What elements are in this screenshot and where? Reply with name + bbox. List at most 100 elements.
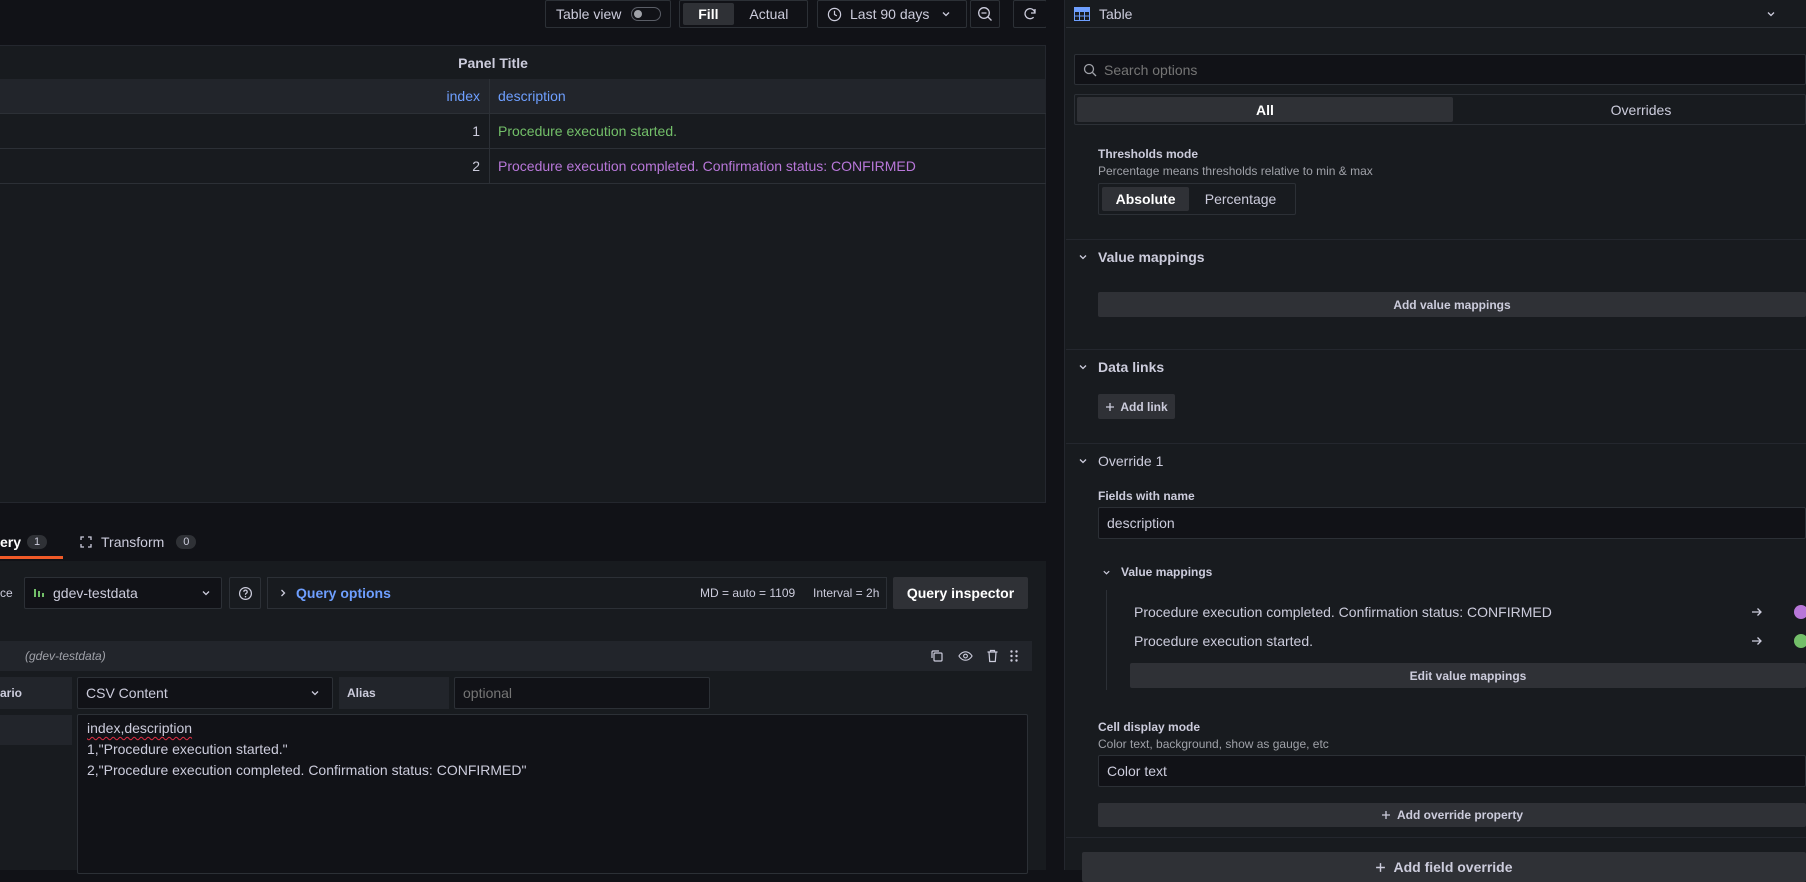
tab-transform-label: Transform bbox=[101, 533, 165, 550]
table-icon bbox=[1074, 6, 1090, 21]
table-row: 1 Procedure execution started. bbox=[0, 114, 1046, 149]
csv-label-cell bbox=[0, 715, 72, 745]
tab-query-count: 1 bbox=[27, 534, 48, 549]
fields-with-name-label: Fields with name bbox=[1098, 489, 1195, 503]
datasource-icon bbox=[33, 587, 45, 599]
chevron-down-icon bbox=[1766, 9, 1776, 19]
add-link-button[interactable]: Add link bbox=[1098, 394, 1175, 419]
zoom-out-button[interactable] bbox=[970, 0, 1000, 28]
panel: Panel Title index description 1 Procedur… bbox=[0, 45, 1046, 503]
fields-with-name-select[interactable]: description bbox=[1098, 507, 1806, 539]
transform-icon bbox=[79, 535, 93, 549]
top-toolbar: Table view Fill Actual Last 90 days bbox=[0, 0, 1065, 28]
active-tab-indicator bbox=[0, 556, 63, 559]
add-override-property-label: Add override property bbox=[1396, 808, 1524, 822]
tab-transform[interactable]: Transform 0 bbox=[79, 525, 204, 558]
query-inspector-button[interactable]: Query inspector bbox=[893, 577, 1028, 609]
interval-info: Interval = 2h bbox=[813, 586, 880, 600]
actual-button[interactable]: Actual bbox=[734, 6, 804, 22]
thresholds-absolute-button[interactable]: Absolute bbox=[1102, 187, 1190, 211]
scenario-value: CSV Content bbox=[86, 685, 168, 701]
search-icon bbox=[1083, 63, 1097, 77]
value-mappings-title: Value mappings bbox=[1098, 249, 1205, 265]
mapping-row[interactable]: Procedure execution started. bbox=[1134, 630, 1806, 652]
scenario-select[interactable]: CSV Content bbox=[77, 677, 333, 709]
alias-input[interactable] bbox=[454, 677, 710, 709]
drag-handle-icon[interactable] bbox=[1009, 649, 1019, 663]
divider bbox=[1066, 239, 1806, 240]
scenario-label: ario bbox=[0, 677, 72, 709]
chevron-down-icon bbox=[1102, 568, 1111, 577]
chevron-down-icon bbox=[1078, 362, 1088, 372]
divider bbox=[1066, 837, 1806, 838]
mapping-row[interactable]: Procedure execution completed. Confirmat… bbox=[1134, 601, 1806, 623]
chevron-down-icon bbox=[310, 688, 320, 698]
datasource-picker[interactable]: gdev-testdata bbox=[24, 577, 222, 609]
toggle-switch[interactable] bbox=[631, 7, 662, 21]
plus-icon bbox=[1375, 862, 1386, 873]
chevron-down-icon bbox=[1078, 252, 1088, 262]
time-range-picker[interactable]: Last 90 days bbox=[817, 0, 967, 28]
data-links-section-header[interactable]: Data links bbox=[1078, 359, 1164, 375]
column-header-description[interactable]: description bbox=[498, 79, 566, 113]
tab-query[interactable]: ery 1 bbox=[0, 525, 65, 558]
query-options-label: Query options bbox=[296, 585, 391, 601]
tab-transform-count: 0 bbox=[176, 534, 197, 549]
add-value-mappings-button[interactable]: Add value mappings bbox=[1098, 292, 1806, 317]
datasource-hint: (gdev-testdata) bbox=[25, 649, 106, 663]
mapping-text: Procedure execution completed. Confirmat… bbox=[1134, 604, 1552, 620]
mapping-text: Procedure execution started. bbox=[1134, 633, 1313, 649]
csv-line: index,description bbox=[87, 720, 193, 736]
trash-icon[interactable] bbox=[986, 649, 999, 663]
table-view-toggle[interactable]: Table view bbox=[545, 0, 671, 28]
eye-icon[interactable] bbox=[958, 649, 973, 663]
table-view-label: Table view bbox=[556, 6, 622, 22]
override-value-mappings-title: Value mappings bbox=[1121, 565, 1213, 579]
panel-title: Panel Title bbox=[458, 54, 528, 71]
query-header: (gdev-testdata) bbox=[0, 641, 1032, 671]
csv-line: 2,"Procedure execution completed. Confir… bbox=[87, 762, 527, 778]
thresholds-mode-group: Absolute Percentage bbox=[1098, 183, 1296, 215]
refresh-button[interactable] bbox=[1013, 0, 1047, 28]
search-options-input[interactable] bbox=[1104, 61, 1704, 78]
plus-icon bbox=[1381, 810, 1391, 820]
cell-description: Procedure execution completed. Confirmat… bbox=[498, 158, 916, 174]
tab-overrides[interactable]: Overrides bbox=[1453, 97, 1806, 122]
question-circle-icon bbox=[238, 586, 253, 601]
query-options-toggle[interactable]: Query options MD = auto = 1109 Interval … bbox=[267, 577, 887, 609]
cell-description: Procedure execution started. bbox=[498, 123, 677, 139]
datasource-prefix: ce bbox=[0, 586, 13, 600]
add-field-override-button[interactable]: Add field override bbox=[1082, 852, 1806, 882]
add-link-label: Add link bbox=[1120, 399, 1168, 414]
chevron-down-icon bbox=[941, 9, 951, 19]
data-links-title: Data links bbox=[1098, 359, 1165, 375]
duplicate-query-icon[interactable] bbox=[930, 649, 944, 663]
plus-icon bbox=[1105, 402, 1115, 412]
override-value-mappings-header[interactable]: Value mappings bbox=[1102, 565, 1212, 579]
csv-content-editor[interactable]: index,description 1,"Procedure execution… bbox=[77, 714, 1028, 874]
md-info: MD = auto = 1109 bbox=[700, 586, 796, 600]
search-options-box[interactable] bbox=[1074, 54, 1806, 85]
tab-query-label: ery bbox=[0, 533, 22, 550]
cell-index: 2 bbox=[0, 149, 490, 183]
visualization-picker[interactable]: Table bbox=[1066, 0, 1806, 28]
datasource-help-button[interactable] bbox=[229, 577, 261, 609]
edit-value-mappings-button[interactable]: Edit value mappings bbox=[1130, 663, 1806, 688]
cell-display-mode-select[interactable]: Color text bbox=[1098, 755, 1806, 787]
value-mappings-section-header[interactable]: Value mappings bbox=[1078, 249, 1205, 265]
tab-all[interactable]: All bbox=[1077, 97, 1453, 122]
column-header-index[interactable]: index bbox=[0, 79, 490, 113]
arrow-right-icon bbox=[1751, 636, 1763, 646]
fields-with-name-value: description bbox=[1107, 515, 1175, 531]
thresholds-percentage-button[interactable]: Percentage bbox=[1189, 191, 1292, 207]
time-range-label: Last 90 days bbox=[850, 6, 930, 22]
divider bbox=[1066, 349, 1806, 350]
thresholds-mode-desc: Percentage means thresholds relative to … bbox=[1098, 164, 1373, 178]
pane-splitter[interactable] bbox=[1046, 0, 1064, 870]
fill-button[interactable]: Fill bbox=[683, 3, 734, 25]
fill-actual-group: Fill Actual bbox=[679, 0, 808, 28]
add-override-property-button[interactable]: Add override property bbox=[1098, 803, 1806, 827]
override-section-header[interactable]: Override 1 bbox=[1078, 453, 1163, 469]
cell-display-mode-label: Cell display mode bbox=[1098, 720, 1201, 734]
zoom-out-icon bbox=[977, 6, 993, 22]
